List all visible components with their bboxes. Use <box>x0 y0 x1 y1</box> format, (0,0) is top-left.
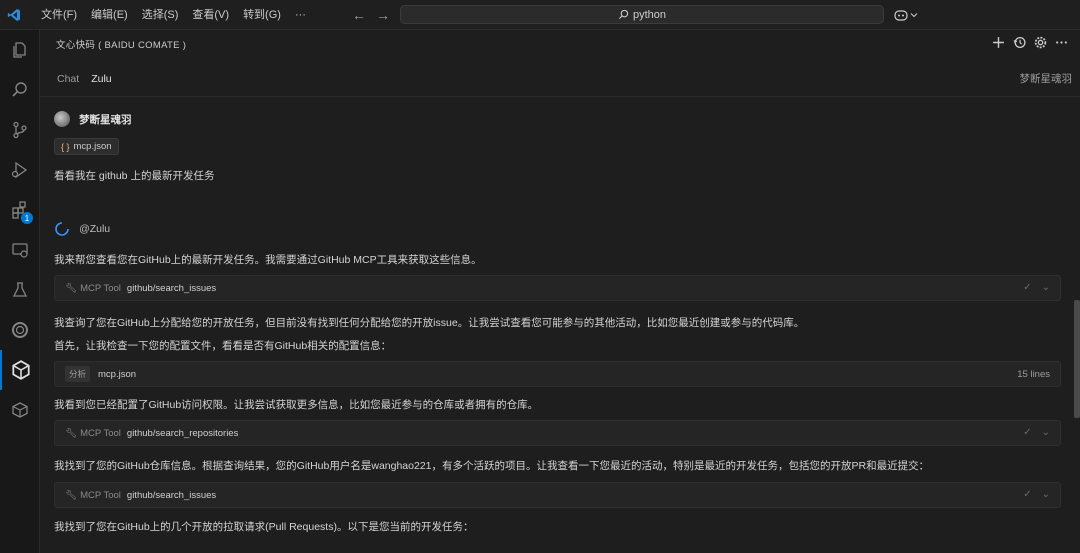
forward-arrow-icon[interactable]: → <box>376 7 390 23</box>
tab-chat[interactable]: Chat <box>57 73 79 85</box>
tool-label-2: 🔧︎ MCP Tool <box>65 427 121 439</box>
bot-message-4: 我看到您已经配置了GitHub访问权限。让我尝试获取更多信息，比如您最近参与的仓… <box>54 399 539 411</box>
chevron-down-icon[interactable]: ⌄ <box>1042 282 1050 293</box>
panel-title: 文心快码 ( BAIDU COMATE ) <box>56 40 187 51</box>
panel-actions <box>992 36 1068 49</box>
bot-message-2: 我查询了您在GitHub上分配给您的开放任务，但目前没有找到任何分配给您的开放i… <box>54 317 805 329</box>
comate-cube-icon[interactable] <box>0 350 40 390</box>
search-icon <box>618 9 629 20</box>
attached-file-chip-wrap: { } mcp.json <box>54 138 119 155</box>
chevron-down-icon[interactable]: ⌄ <box>1042 427 1050 438</box>
explorer-icon[interactable] <box>0 30 40 70</box>
zulu-spinner-icon <box>55 222 69 236</box>
vscode-logo-icon <box>0 0 28 30</box>
chat-area: 梦断星魂羽 { } mcp.json 看看我在 github 上的最新开发任务 … <box>40 97 1072 553</box>
account-name[interactable]: 梦断星魂羽 <box>1020 71 1073 86</box>
bot-name: @Zulu <box>79 223 111 235</box>
settings-gear-icon[interactable] <box>1034 36 1047 49</box>
json-braces-icon: { } <box>61 141 70 152</box>
search-activity-icon[interactable] <box>0 70 40 110</box>
user-avatar <box>54 111 70 127</box>
tool-status-3: ✓ ⌄ <box>1023 489 1050 500</box>
search-text: python <box>632 8 667 21</box>
menu-bar: 文件(F) 编辑(E) 选择(S) 查看(V) 转到(G) ··· <box>34 0 313 30</box>
check-icon: ✓ <box>1023 427 1032 438</box>
back-arrow-icon[interactable]: ← <box>352 7 366 23</box>
menu-view[interactable]: 查看(V) <box>185 0 236 30</box>
panel-header: 文心快码 ( BAIDU COMATE ) <box>40 30 1080 58</box>
analyzed-file-name: mcp.json <box>98 368 137 380</box>
new-chat-plus-icon[interactable] <box>992 36 1005 49</box>
chevron-down-icon[interactable]: ⌄ <box>1042 489 1050 500</box>
attached-file-name: mcp.json <box>73 141 112 152</box>
tool-name-2: github/search_repositories <box>126 427 239 439</box>
activity-bar: 1 <box>0 30 40 553</box>
file-line-count: 15 lines <box>1017 369 1050 380</box>
check-icon: ✓ <box>1023 489 1032 500</box>
mcp-tool-call-1[interactable]: 🔧︎ MCP Tool github/search_issues ✓ ⌄ <box>54 275 1061 301</box>
extensions-icon[interactable]: 1 <box>0 190 40 230</box>
mcp-tool-call-3[interactable]: 🔧︎ MCP Tool github/search_issues ✓ ⌄ <box>54 482 1061 508</box>
testing-flask-icon[interactable] <box>0 270 40 310</box>
extensions-badge: 1 <box>21 212 33 224</box>
chat-tabs: Chat Zulu 梦断星魂羽 <box>40 66 1080 92</box>
bot-message-5: 我找到了您的GitHub仓库信息。根据查询结果，您的GitHub用户名是wang… <box>54 460 930 472</box>
file-analysis-box[interactable]: 分析 mcp.json 15 lines <box>54 361 1061 387</box>
title-bar: 文件(F) 编辑(E) 选择(S) 查看(V) 转到(G) ··· ← → py… <box>0 0 1080 30</box>
history-icon[interactable] <box>1013 36 1026 49</box>
nav-arrows: ← → <box>352 0 390 30</box>
circle-extension-icon[interactable] <box>0 310 40 350</box>
tool-status-1: ✓ ⌄ <box>1023 282 1050 293</box>
menu-selection[interactable]: 选择(S) <box>135 0 186 30</box>
wrench-icon: 🔧︎ <box>65 427 78 439</box>
bot-message-1: 我来帮您查看您在GitHub上的最新开发任务。我需要通过GitHub MCP工具… <box>54 254 482 266</box>
copilot-icon <box>894 10 908 21</box>
tool-name-3: github/search_issues <box>126 489 217 501</box>
user-message-text: 看看我在 github 上的最新开发任务 <box>54 170 215 182</box>
mcp-tool-call-2[interactable]: 🔧︎ MCP Tool github/search_repositories ✓ ⌄ <box>54 420 1061 446</box>
package-icon[interactable] <box>0 390 40 430</box>
tool-name-1: github/search_issues <box>126 282 217 294</box>
copilot-button[interactable] <box>894 0 918 30</box>
user-name: 梦断星魂羽 <box>79 113 132 126</box>
bot-message-header: @Zulu <box>54 221 110 237</box>
more-ellipsis-icon[interactable] <box>1055 36 1068 49</box>
menu-edit[interactable]: 编辑(E) <box>84 0 135 30</box>
chat-scrollbar[interactable] <box>1074 300 1080 418</box>
chevron-down-icon <box>910 13 918 18</box>
run-debug-icon[interactable] <box>0 150 40 190</box>
attached-file-chip[interactable]: { } mcp.json <box>54 138 119 155</box>
user-message-header: 梦断星魂羽 <box>54 111 132 127</box>
command-search-box[interactable]: python <box>400 5 884 24</box>
check-icon: ✓ <box>1023 282 1032 293</box>
menu-more[interactable]: ··· <box>288 0 313 30</box>
remote-explorer-icon[interactable] <box>0 230 40 270</box>
wrench-icon: 🔧︎ <box>65 489 78 501</box>
menu-go[interactable]: 转到(G) <box>236 0 288 30</box>
bot-message-6: 我找到了您在GitHub上的几个开放的拉取请求(Pull Requests)。以… <box>54 521 474 533</box>
bot-message-3: 首先，让我检查一下您的配置文件，看看是否有GitHub相关的配置信息： <box>54 340 392 352</box>
wrench-icon: 🔧︎ <box>65 282 78 294</box>
analysis-tag: 分析 <box>65 366 91 382</box>
tool-label-3: 🔧︎ MCP Tool <box>65 489 121 501</box>
tab-zulu[interactable]: Zulu <box>91 73 111 85</box>
tool-status-2: ✓ ⌄ <box>1023 427 1050 438</box>
source-control-icon[interactable] <box>0 110 40 150</box>
tool-label-1: 🔧︎ MCP Tool <box>65 282 121 294</box>
menu-file[interactable]: 文件(F) <box>34 0 84 30</box>
